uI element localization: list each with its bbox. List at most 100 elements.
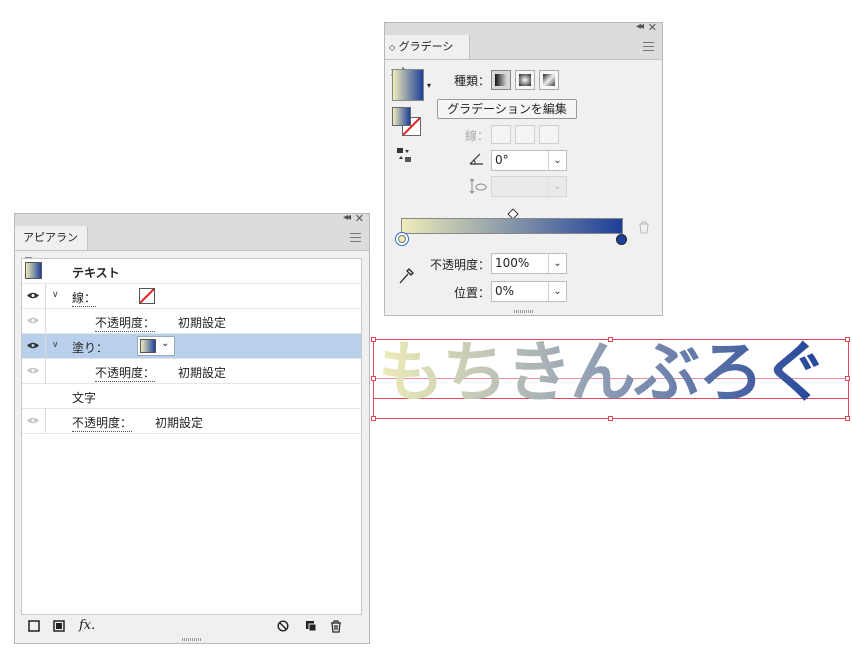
eye-icon <box>27 292 39 299</box>
gradient-slider[interactable] <box>401 218 623 234</box>
collapse-icon[interactable]: ◂◂ <box>343 212 351 223</box>
appearance-list: テキスト ∨ 線： 不透明度： 初期設定 ∨ 塗り： ⌄ 不透明度： 初期設定 … <box>21 258 362 615</box>
aspect-ratio-dropdown-arrow[interactable]: ⌄ <box>548 177 566 196</box>
fill-row[interactable]: ∨ 塗り： ⌄ <box>22 334 361 359</box>
resize-handle-bottom-center[interactable] <box>608 416 613 421</box>
appearance-panel: ◂◂ ✕ アピアランス テキスト ∨ 線： <box>14 212 370 644</box>
gradient-text[interactable]: もちきんぶろぐ <box>378 331 828 415</box>
fill-swatch[interactable] <box>392 107 411 126</box>
resize-handle-top-center[interactable] <box>608 337 613 342</box>
resize-handle-middle-left[interactable] <box>371 376 376 381</box>
fill-visibility-toggle[interactable] <box>22 334 46 358</box>
stroke-across-button[interactable] <box>539 125 559 144</box>
stroke-label: 線： <box>465 129 490 143</box>
stroke-opacity-row[interactable]: 不透明度： 初期設定 <box>22 309 361 334</box>
location-value: 0% <box>495 284 515 298</box>
radial-gradient-button[interactable] <box>515 70 535 90</box>
object-opacity-row[interactable]: 不透明度： 初期設定 <box>22 409 361 434</box>
resize-handle-top-left[interactable] <box>371 337 376 342</box>
resize-handle-top-right[interactable] <box>845 337 850 342</box>
object-thumbnail <box>25 262 42 279</box>
add-new-fill-button[interactable] <box>53 620 65 635</box>
edit-gradient-button[interactable]: グラデーションを編集 <box>437 99 577 119</box>
stroke-visibility-toggle[interactable] <box>22 284 46 308</box>
appearance-panel-tabrow: アピアランス <box>15 226 369 268</box>
stroke-opacity-label[interactable]: 不透明度： <box>95 314 156 332</box>
gradient-panel-tabrow: ◇ グラデーション <box>385 35 662 78</box>
tab-updown-icon: ◇ <box>389 43 396 52</box>
fill-opacity-row[interactable]: 不透明度： 初期設定 <box>22 359 361 384</box>
collapse-icon[interactable]: ◂◂ <box>636 21 644 32</box>
resize-handle-bottom-right[interactable] <box>845 416 850 421</box>
gradient-panel-resize-grip[interactable] <box>513 310 534 313</box>
aspect-ratio-field[interactable]: ⌄ <box>491 176 567 197</box>
resize-handle-middle-right[interactable] <box>845 376 850 381</box>
appearance-footer: fx. <box>15 615 369 639</box>
appearance-header-title: テキスト <box>72 266 120 280</box>
eyedropper-icon[interactable] <box>398 267 414 285</box>
gradient-preview-swatch[interactable] <box>392 69 424 101</box>
stroke-opacity-value: 初期設定 <box>178 316 227 330</box>
opacity-dropdown-arrow[interactable]: ⌄ <box>548 254 566 273</box>
eye-icon <box>27 342 39 349</box>
opacity-field[interactable]: 100% ⌄ <box>491 253 567 274</box>
tab-gradient[interactable]: ◇ グラデーション <box>385 35 470 78</box>
none-slash-icon <box>140 289 154 303</box>
fill-opacity-visibility-toggle[interactable] <box>22 359 46 383</box>
appearance-panel-resize-grip[interactable] <box>182 638 202 641</box>
add-new-stroke-button[interactable] <box>28 620 40 635</box>
fill-expand-chevron-icon[interactable]: ∨ <box>52 340 59 350</box>
gradient-preset-dropdown-icon[interactable]: ▾ <box>427 81 431 90</box>
eye-icon <box>27 417 39 424</box>
object-opacity-visibility-toggle[interactable] <box>22 409 46 433</box>
linear-gradient-button[interactable] <box>491 70 511 90</box>
gradient-type-group <box>491 70 561 90</box>
characters-row[interactable]: 文字 <box>22 384 361 409</box>
close-icon[interactable]: ✕ <box>355 212 364 225</box>
stroke-row[interactable]: ∨ 線： <box>22 284 361 309</box>
location-field[interactable]: 0% ⌄ <box>491 281 567 302</box>
characters-label: 文字 <box>72 391 97 405</box>
appearance-header-row: テキスト <box>22 259 361 284</box>
stroke-label[interactable]: 線： <box>72 289 97 307</box>
fill-swatch-dropdown[interactable]: ⌄ <box>137 336 175 356</box>
eye-icon <box>27 317 39 324</box>
fill-label[interactable]: 塗り： <box>72 339 108 356</box>
reverse-gradient-icon[interactable] <box>396 147 412 163</box>
tab-appearance[interactable]: アピアランス <box>15 226 88 268</box>
fill-opacity-label[interactable]: 不透明度： <box>95 364 156 382</box>
angle-field[interactable]: 0° ⌄ <box>491 150 567 171</box>
gradient-stop-end[interactable] <box>616 234 627 245</box>
gradient-stop-start[interactable] <box>395 232 409 246</box>
eye-icon <box>27 367 39 374</box>
stroke-none-swatch[interactable] <box>139 288 155 304</box>
stroke-along-button[interactable] <box>515 125 535 144</box>
gradient-panel-titlebar: ◂◂ ✕ <box>385 21 662 35</box>
panel-menu-icon[interactable] <box>643 42 654 51</box>
stroke-within-button[interactable] <box>491 125 511 144</box>
opacity-label: 不透明度： <box>430 258 491 272</box>
angle-icon <box>469 152 485 166</box>
location-label: 位置： <box>454 286 491 300</box>
stroke-expand-chevron-icon[interactable]: ∨ <box>52 290 59 300</box>
angle-dropdown-arrow[interactable]: ⌄ <box>548 151 566 170</box>
stroke-opacity-visibility-toggle[interactable] <box>22 309 46 333</box>
clear-appearance-button[interactable] <box>277 620 289 635</box>
delete-stop-icon[interactable] <box>638 221 650 234</box>
gradient-panel: ◂◂ ✕ ◇ グラデーション ▾ 種類： グラデーションを編集 線： 0° ⌄ <box>384 21 663 316</box>
object-opacity-value: 初期設定 <box>155 416 204 430</box>
panel-menu-icon[interactable] <box>350 233 361 242</box>
trash-icon[interactable] <box>330 620 342 636</box>
type-label: 種類： <box>454 74 491 88</box>
angle-value: 0° <box>495 153 509 167</box>
add-new-effect-button[interactable]: fx. <box>79 618 95 633</box>
object-opacity-label[interactable]: 不透明度： <box>72 414 133 432</box>
fill-opacity-value: 初期設定 <box>178 366 227 380</box>
duplicate-item-button[interactable] <box>305 620 317 635</box>
resize-handle-bottom-left[interactable] <box>371 416 376 421</box>
location-dropdown-arrow[interactable]: ⌄ <box>548 282 566 301</box>
freeform-gradient-button[interactable] <box>539 70 559 90</box>
close-icon[interactable]: ✕ <box>648 21 657 34</box>
aspect-ratio-icon <box>469 178 487 194</box>
appearance-panel-titlebar: ◂◂ ✕ <box>15 212 369 226</box>
